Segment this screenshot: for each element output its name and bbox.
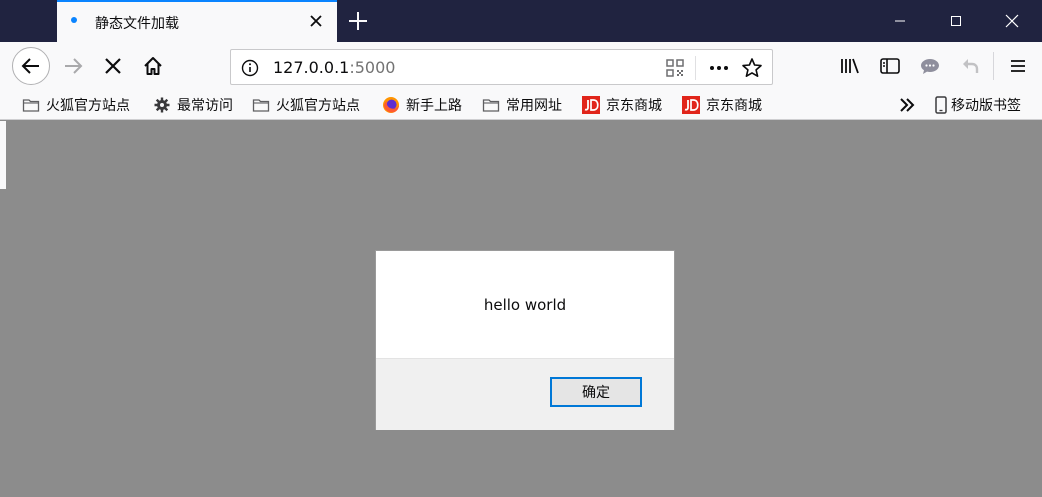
alert-dialog: hello world 确定 [375, 250, 675, 430]
bookmark-item[interactable]: 京东商城 [582, 94, 662, 116]
tab-title: 静态文件加载 [95, 16, 179, 32]
loading-indicator-icon [71, 17, 77, 23]
bookmark-item[interactable]: 火狐官方站点 [22, 94, 130, 116]
bookmark-label: 火狐官方站点 [46, 98, 130, 114]
maximize-button[interactable] [928, 0, 984, 42]
new-tab-icon[interactable] [346, 9, 370, 33]
chevron-double-right-icon[interactable] [896, 94, 918, 116]
mobile-bookmarks-item[interactable]: 移动版书签 [934, 94, 1021, 116]
chat-button[interactable] [916, 52, 944, 80]
bookmark-label: 京东商城 [606, 98, 662, 114]
bookmark-label: 火狐官方站点 [276, 98, 360, 114]
mobile-icon [935, 96, 947, 114]
library-icon [841, 58, 859, 74]
dialog-message: hello world [483, 296, 567, 314]
hamburger-menu-icon [1011, 60, 1025, 72]
dialog-footer: 确定 [376, 358, 674, 430]
maximize-icon [951, 16, 961, 26]
site-info-icon[interactable] [241, 59, 259, 77]
close-window-button[interactable] [984, 0, 1040, 42]
bookmark-item[interactable]: 最常访问 [153, 94, 233, 116]
minimize-button[interactable] [872, 0, 928, 42]
firefox-icon [383, 97, 399, 113]
qr-code-icon[interactable] [665, 58, 685, 78]
gear-icon [154, 97, 170, 113]
bookmark-item[interactable]: 常用网址 [482, 94, 562, 116]
bookmark-label: 移动版书签 [951, 98, 1021, 114]
urlbar-separator [695, 56, 696, 80]
tab-active[interactable]: 静态文件加载 [57, 0, 337, 42]
home-button[interactable] [137, 50, 169, 82]
bookmark-star-icon[interactable] [741, 57, 763, 79]
close-icon [1005, 14, 1019, 28]
close-tab-icon[interactable] [307, 12, 325, 30]
url-host: 127.0.0.1 [273, 58, 350, 77]
library-button[interactable] [836, 52, 864, 80]
url-port: :5000 [349, 58, 396, 77]
folder-icon [482, 99, 500, 112]
bookmark-item[interactable]: 新手上路 [382, 94, 462, 116]
sidebar-toggle-button[interactable] [876, 52, 904, 80]
jd-icon [682, 96, 700, 114]
bookmark-label: 最常访问 [177, 98, 233, 114]
home-icon [144, 57, 162, 75]
undo-button[interactable] [956, 52, 984, 80]
bookmarks-toolbar: 火狐官方站点 最常访问 火狐官方站点 新手上路 常用网址 京东商城 京东商城 移… [0, 90, 1042, 120]
stop-icon [105, 58, 121, 74]
stop-button[interactable] [97, 50, 129, 82]
navigation-toolbar: 127.0.0.1:5000 [0, 42, 1042, 90]
back-button[interactable] [12, 47, 50, 85]
bookmark-label: 常用网址 [506, 98, 562, 114]
title-bar: 静态文件加载 [0, 0, 1042, 42]
sidebar-icon [880, 58, 900, 74]
toolbar-separator [993, 52, 994, 80]
folder-icon [252, 99, 270, 112]
folder-icon [22, 99, 40, 112]
bookmark-item[interactable]: 京东商城 [682, 94, 762, 116]
forward-button[interactable] [57, 50, 89, 82]
minimize-icon [895, 20, 905, 22]
chat-bubble-icon [921, 59, 939, 74]
address-bar[interactable]: 127.0.0.1:5000 [230, 49, 773, 85]
url-text[interactable]: 127.0.0.1:5000 [273, 58, 395, 77]
page-edge [0, 121, 6, 189]
open-menu-button[interactable] [1004, 52, 1032, 80]
jd-icon [582, 96, 600, 114]
ok-button[interactable]: 确定 [550, 377, 642, 407]
undo-arrow-icon [963, 59, 979, 73]
back-arrow-icon [21, 58, 39, 74]
bookmark-item[interactable]: 火狐官方站点 [252, 94, 360, 116]
forward-arrow-icon [65, 58, 83, 74]
bookmark-label: 新手上路 [406, 98, 462, 114]
page-actions-more-icon[interactable] [707, 58, 731, 78]
bookmark-label: 京东商城 [706, 98, 762, 114]
